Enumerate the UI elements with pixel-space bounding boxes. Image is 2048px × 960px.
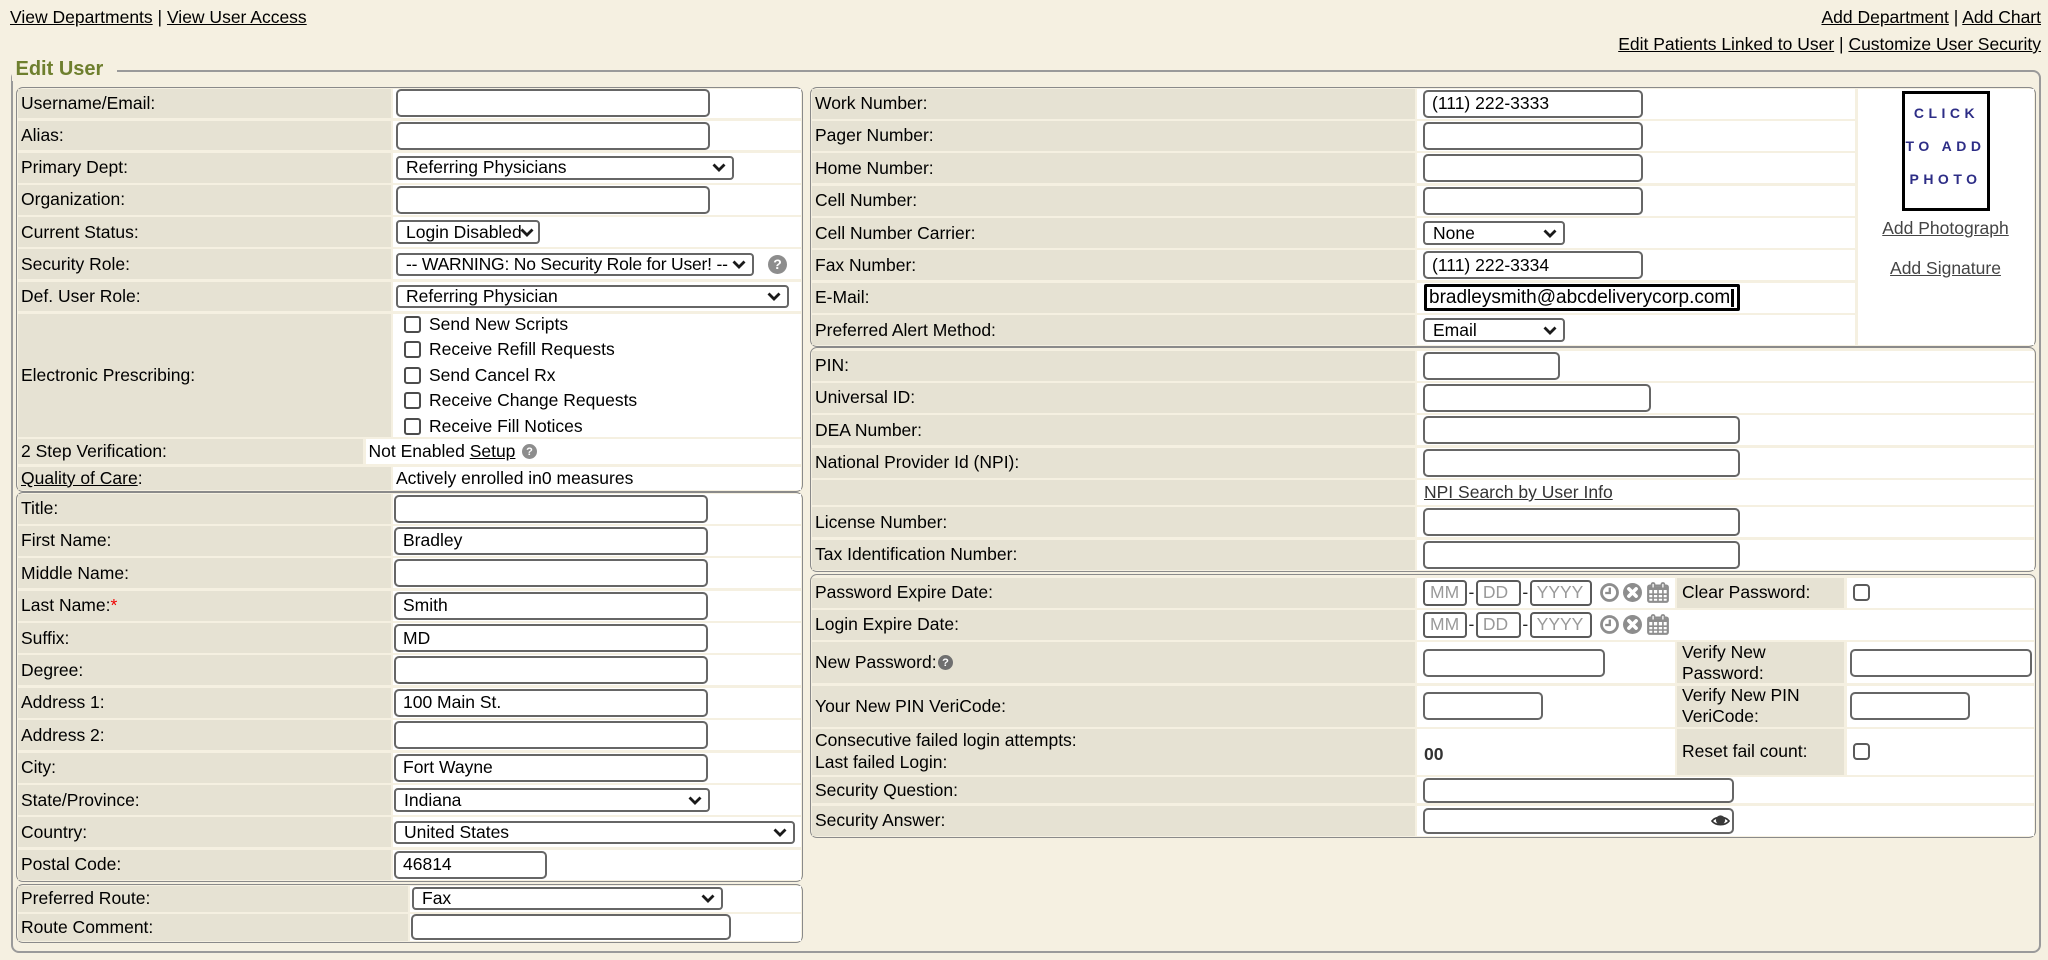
- svg-text:?: ?: [942, 657, 949, 669]
- svg-text:?: ?: [773, 256, 782, 272]
- svg-text:?: ?: [526, 446, 533, 458]
